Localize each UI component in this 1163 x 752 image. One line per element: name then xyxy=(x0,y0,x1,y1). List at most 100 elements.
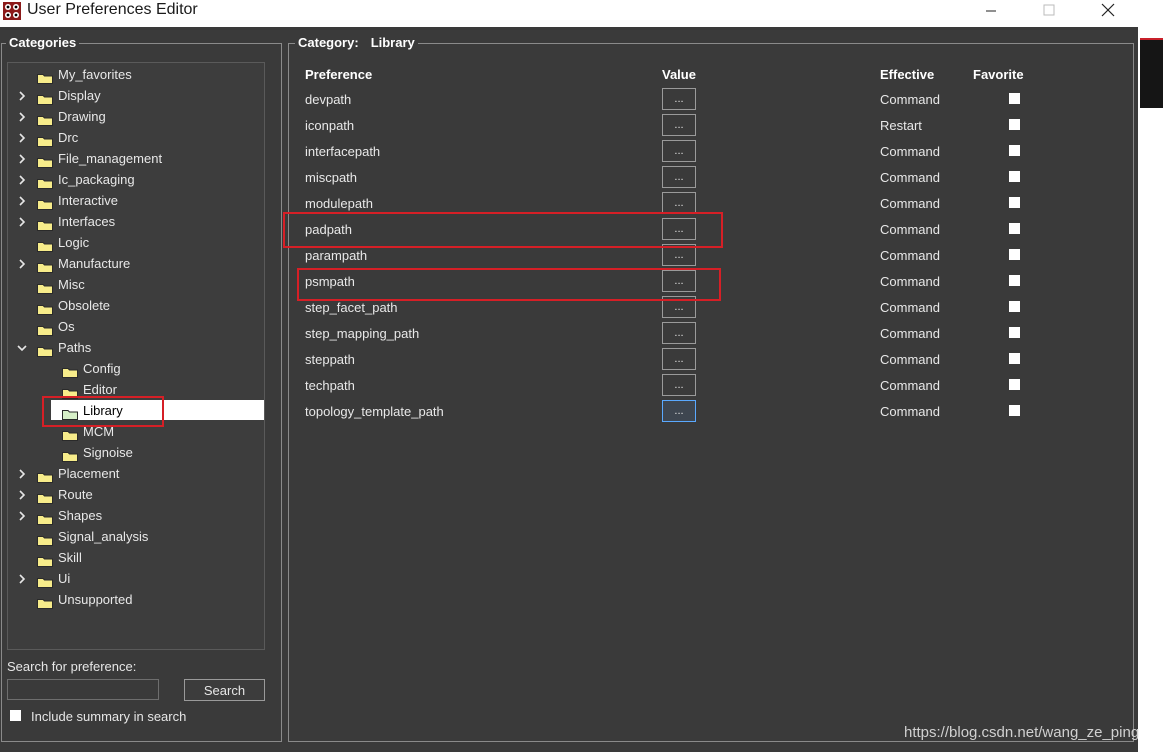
tree-item[interactable]: Paths xyxy=(17,337,264,358)
favorite-checkbox[interactable] xyxy=(1009,197,1020,208)
tree-item[interactable]: Ui xyxy=(17,568,264,589)
folder-icon xyxy=(37,468,53,483)
tree-item[interactable]: Interfaces xyxy=(17,211,264,232)
favorite-checkbox[interactable] xyxy=(1009,223,1020,234)
chevron-right-icon[interactable] xyxy=(17,253,27,274)
favorite-checkbox[interactable] xyxy=(1009,93,1020,104)
categories-title: Categories xyxy=(6,36,80,50)
tree-item[interactable]: Skill xyxy=(17,547,264,568)
chevron-right-icon[interactable] xyxy=(17,190,27,211)
effective-value: Command xyxy=(880,92,940,107)
category-title: Category: Library xyxy=(295,36,418,50)
value-browse-button[interactable]: ... xyxy=(662,374,696,396)
effective-value: Restart xyxy=(880,118,922,133)
tree-item-label: File_management xyxy=(58,151,163,166)
tree-item[interactable]: File_management xyxy=(17,148,264,169)
value-browse-button[interactable]: ... xyxy=(662,166,696,188)
chevron-right-icon[interactable] xyxy=(17,106,27,127)
value-browse-button[interactable]: ... xyxy=(662,322,696,344)
chevron-right-icon[interactable] xyxy=(17,148,27,169)
annotation-box-library xyxy=(42,396,164,427)
tree-item[interactable]: Signal_analysis xyxy=(17,526,264,547)
favorite-checkbox[interactable] xyxy=(1009,145,1020,156)
tree-item[interactable]: Os xyxy=(17,316,264,337)
tree-item[interactable]: Interactive xyxy=(17,190,264,211)
favorite-checkbox[interactable] xyxy=(1009,275,1020,286)
effective-value: Command xyxy=(880,300,940,315)
favorite-checkbox[interactable] xyxy=(1009,249,1020,260)
tree-item-label: Ic_packaging xyxy=(58,172,135,187)
favorite-checkbox[interactable] xyxy=(1009,353,1020,364)
tree-item-label: Interactive xyxy=(58,193,118,208)
tree-item[interactable]: Display xyxy=(17,85,264,106)
folder-icon xyxy=(62,363,78,378)
tree-item-label: Signal_analysis xyxy=(58,529,149,544)
chevron-right-icon[interactable] xyxy=(17,568,27,589)
tree-item[interactable]: Obsolete xyxy=(17,295,264,316)
folder-icon xyxy=(37,510,53,525)
folder-icon xyxy=(37,195,53,210)
tree-item[interactable]: Manufacture xyxy=(17,253,264,274)
favorite-checkbox[interactable] xyxy=(1009,379,1020,390)
minimize-icon xyxy=(986,10,996,12)
tree-item[interactable]: Drc xyxy=(17,127,264,148)
minimize-button[interactable] xyxy=(968,0,1014,20)
tree-item-label: Misc xyxy=(58,277,85,292)
title-bar: User Preferences Editor xyxy=(0,0,1138,27)
tree-item-label: Obsolete xyxy=(58,298,111,313)
folder-icon xyxy=(37,153,53,168)
value-browse-button[interactable]: ... xyxy=(662,192,696,214)
folder-icon xyxy=(37,594,53,609)
value-browse-button[interactable]: ... xyxy=(662,348,696,370)
tree-item[interactable]: Drawing xyxy=(17,106,264,127)
favorite-checkbox[interactable] xyxy=(1009,119,1020,130)
folder-icon xyxy=(37,300,53,315)
value-browse-button[interactable]: ... xyxy=(662,88,696,110)
value-browse-button[interactable]: ... xyxy=(662,400,696,422)
value-browse-button[interactable]: ... xyxy=(662,114,696,136)
tree-item-label: Config xyxy=(83,361,121,376)
chevron-down-icon[interactable] xyxy=(17,337,27,358)
effective-value: Command xyxy=(880,404,940,419)
search-input[interactable] xyxy=(7,679,159,700)
chevron-right-icon[interactable] xyxy=(17,85,27,106)
app-logo-icon xyxy=(3,2,21,20)
preference-name: techpath xyxy=(305,378,355,393)
tree-item-label: Paths xyxy=(58,340,92,355)
effective-value: Command xyxy=(880,222,940,237)
tree-item[interactable]: Signoise xyxy=(17,442,264,463)
tree-item[interactable]: Shapes xyxy=(17,505,264,526)
tree-item[interactable]: My_favorites xyxy=(17,64,264,85)
close-button[interactable] xyxy=(1085,0,1131,20)
favorite-checkbox[interactable] xyxy=(1009,327,1020,338)
chevron-right-icon[interactable] xyxy=(17,169,27,190)
effective-value: Command xyxy=(880,378,940,393)
favorite-checkbox[interactable] xyxy=(1009,171,1020,182)
chevron-right-icon[interactable] xyxy=(17,484,27,505)
tree-item[interactable]: Placement xyxy=(17,463,264,484)
chevron-right-icon[interactable] xyxy=(17,505,27,526)
value-browse-button[interactable]: ... xyxy=(662,140,696,162)
tree-item[interactable]: Misc xyxy=(17,274,264,295)
maximize-button[interactable] xyxy=(1026,0,1072,20)
tree-item-label: My_favorites xyxy=(58,67,132,82)
tree-item-label: Unsupported xyxy=(58,592,133,607)
preference-name: steppath xyxy=(305,352,355,367)
tree-item[interactable]: Unsupported xyxy=(17,589,264,610)
include-summary-checkbox[interactable] xyxy=(10,710,21,721)
tree-item[interactable]: Route xyxy=(17,484,264,505)
chevron-right-icon[interactable] xyxy=(17,211,27,232)
column-header-effective: Effective xyxy=(880,67,935,82)
search-button[interactable]: Search xyxy=(184,679,265,701)
tree-item[interactable]: Ic_packaging xyxy=(17,169,264,190)
chevron-right-icon[interactable] xyxy=(17,127,27,148)
tree-item[interactable]: Config xyxy=(17,358,264,379)
tree-item[interactable]: Logic xyxy=(17,232,264,253)
effective-value: Command xyxy=(880,274,940,289)
chevron-right-icon[interactable] xyxy=(17,463,27,484)
folder-icon xyxy=(37,552,53,567)
favorite-checkbox[interactable] xyxy=(1009,405,1020,416)
preference-name: iconpath xyxy=(305,118,355,133)
tree-item-label: Route xyxy=(58,487,93,502)
favorite-checkbox[interactable] xyxy=(1009,301,1020,312)
